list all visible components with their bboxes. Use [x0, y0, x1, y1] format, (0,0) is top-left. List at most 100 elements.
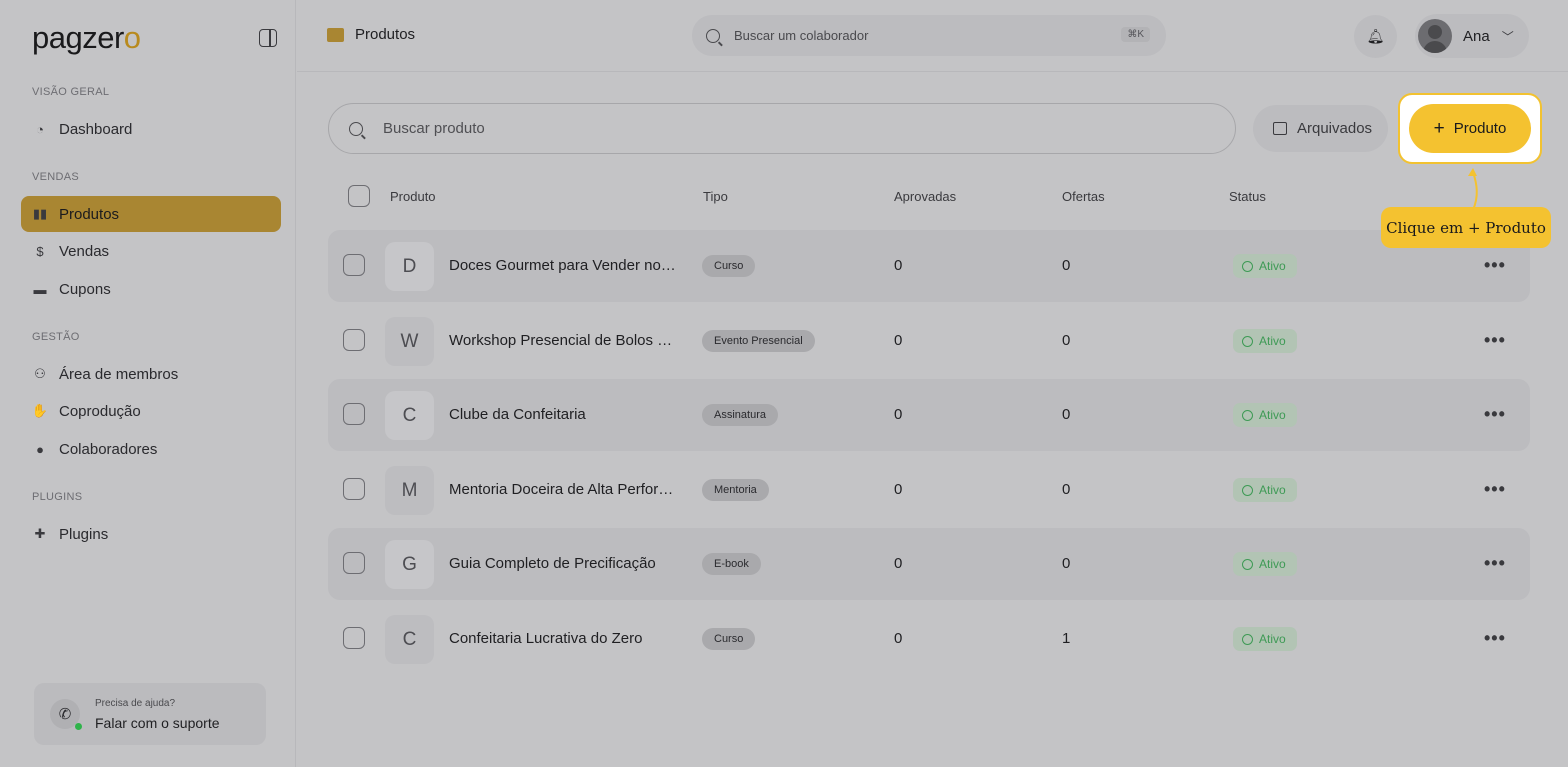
table-row[interactable]: C Clube da Confeitaria Assinatura 0 0 At… [328, 379, 1530, 451]
check-circle-icon [1242, 409, 1253, 421]
online-indicator [75, 723, 82, 730]
product-name[interactable]: Clube da Confeitaria [449, 406, 679, 423]
column-header-status: Status [1229, 189, 1266, 204]
archived-button[interactable]: Arquivados [1253, 105, 1388, 152]
table-row[interactable]: D Doces Gourmet para Vender no N... Curs… [328, 230, 1530, 302]
support-link[interactable]: Falar com o suporte [95, 715, 220, 731]
section-label-overview: VISÃO GERAL [32, 86, 110, 98]
notifications-button[interactable]: 🔔︎ [1354, 15, 1397, 58]
approved-count: 0 [894, 406, 903, 423]
type-badge: Curso [702, 628, 756, 650]
members-icon: ⚇ [34, 366, 46, 381]
section-label-plugins: PLUGINS [32, 491, 83, 503]
more-options-icon[interactable]: ••• [1484, 554, 1506, 572]
sidebar: pagzero VISÃO GERAL ◔ Dashboard VENDAS ▮… [0, 0, 296, 767]
sidebar-item-produtos[interactable]: ▮▮ Produtos [21, 196, 281, 232]
offers-count: 0 [1062, 481, 1071, 498]
more-options-icon[interactable]: ••• [1484, 256, 1506, 274]
section-label-sales: VENDAS [32, 171, 80, 183]
product-name[interactable]: Workshop Presencial de Bolos Vu... [449, 332, 679, 349]
approved-count: 0 [894, 555, 903, 572]
shortcut-hint: ⌘K [1121, 27, 1150, 42]
onboarding-tooltip: Clique em + Produto [1381, 207, 1551, 248]
row-checkbox[interactable] [343, 552, 365, 574]
check-circle-icon [1242, 633, 1253, 645]
sidebar-item-colaboradores[interactable]: ● Colaboradores [21, 431, 281, 467]
table-row[interactable]: W Workshop Presencial de Bolos Vu... Eve… [328, 305, 1530, 377]
select-all-checkbox[interactable] [348, 185, 370, 207]
column-header-aprovadas: Aprovadas [894, 189, 957, 204]
status-badge: Ativo [1233, 478, 1297, 502]
row-checkbox[interactable] [343, 627, 365, 649]
type-badge: Evento Presencial [702, 330, 815, 352]
sidebar-item-dashboard[interactable]: ◔ Dashboard [21, 111, 281, 147]
product-name[interactable]: Doces Gourmet para Vender no N... [449, 257, 679, 274]
product-thumbnail: G [385, 540, 434, 589]
avatar [1418, 19, 1452, 53]
approved-count: 0 [894, 332, 903, 349]
product-search-placeholder: Buscar produto [383, 120, 485, 137]
table-row[interactable]: G Guia Completo de Precificação E-book 0… [328, 528, 1530, 600]
status-badge: Ativo [1233, 552, 1297, 576]
more-options-icon[interactable]: ••• [1484, 480, 1506, 498]
breadcrumb-current: Produtos [355, 26, 416, 43]
sidebar-item-vendas[interactable]: $ Vendas [21, 233, 281, 269]
type-badge: Curso [702, 255, 756, 277]
sidebar-item-label: Cupons [59, 280, 111, 298]
approved-count: 0 [894, 257, 903, 274]
handshake-icon: ✋ [31, 403, 49, 418]
product-thumbnail: C [385, 391, 434, 440]
product-thumbnail: D [385, 242, 434, 291]
topbar: Produtos Buscar um colaborador ⌘K 🔔︎ Ana… [297, 0, 1568, 72]
sidebar-item-label: Coprodução [59, 402, 141, 420]
table-row[interactable]: C Confeitaria Lucrativa do Zero Curso 0 … [328, 603, 1530, 675]
user-icon: ● [36, 441, 44, 457]
sidebar-item-label: Vendas [59, 242, 110, 260]
type-badge: E-book [702, 553, 761, 575]
product-thumbnail: M [385, 466, 434, 515]
offers-count: 0 [1062, 406, 1071, 423]
sidebar-item-cupons[interactable]: ▬ Cupons [21, 271, 281, 307]
breadcrumb: Produtos [327, 26, 415, 43]
user-name: Ana [1463, 27, 1490, 45]
product-name[interactable]: Mentoria Doceira de Alta Perform... [449, 481, 679, 498]
product-thumbnail: W [385, 317, 434, 366]
puzzle-icon: ✚ [34, 526, 46, 541]
brand-logo[interactable]: pagzero [32, 20, 141, 56]
more-options-icon[interactable]: ••• [1484, 629, 1506, 647]
sidebar-item-area-membros[interactable]: ⚇ Área de membros [21, 356, 281, 392]
product-thumbnail: C [385, 615, 434, 664]
sidebar-item-coproducao[interactable]: ✋ Coprodução [21, 393, 281, 429]
row-checkbox[interactable] [343, 329, 365, 351]
table-row[interactable]: M Mentoria Doceira de Alta Perform... Me… [328, 454, 1530, 526]
chevron-down-icon: ﹀ [1501, 29, 1514, 44]
offers-count: 1 [1062, 630, 1071, 647]
status-badge: Ativo [1233, 329, 1297, 353]
product-name[interactable]: Confeitaria Lucrativa do Zero [449, 630, 679, 647]
sidebar-item-plugins[interactable]: ✚ Plugins [21, 516, 281, 552]
sidebar-item-label: Colaboradores [59, 440, 158, 458]
more-options-icon[interactable]: ••• [1484, 331, 1506, 349]
add-product-button[interactable]: + Produto [1409, 104, 1531, 153]
support-card[interactable]: ✆ Precisa de ajuda? Falar com o suporte [34, 683, 266, 745]
coupon-icon: ▬ [33, 281, 47, 297]
user-menu[interactable]: Ana ﹀ [1415, 14, 1529, 58]
more-options-icon[interactable]: ••• [1484, 405, 1506, 423]
approved-count: 0 [894, 481, 903, 498]
check-circle-icon [1242, 335, 1253, 347]
sidebar-item-label: Área de membros [59, 365, 179, 383]
status-badge: Ativo [1233, 627, 1297, 651]
sidebar-toggle-icon[interactable] [259, 29, 277, 47]
row-checkbox[interactable] [343, 403, 365, 425]
product-search-input[interactable]: Buscar produto [328, 103, 1236, 154]
approved-count: 0 [894, 630, 903, 647]
type-badge: Assinatura [702, 404, 778, 426]
row-checkbox[interactable] [343, 478, 365, 500]
product-name[interactable]: Guia Completo de Precificação [449, 555, 679, 572]
products-icon: ▮▮ [32, 206, 48, 221]
row-checkbox[interactable] [343, 254, 365, 276]
collaborator-search-input[interactable]: Buscar um colaborador ⌘K [692, 15, 1166, 56]
collaborator-search-placeholder: Buscar um colaborador [734, 28, 869, 43]
column-header-produto: Produto [390, 189, 436, 204]
archived-label: Arquivados [1297, 120, 1373, 137]
